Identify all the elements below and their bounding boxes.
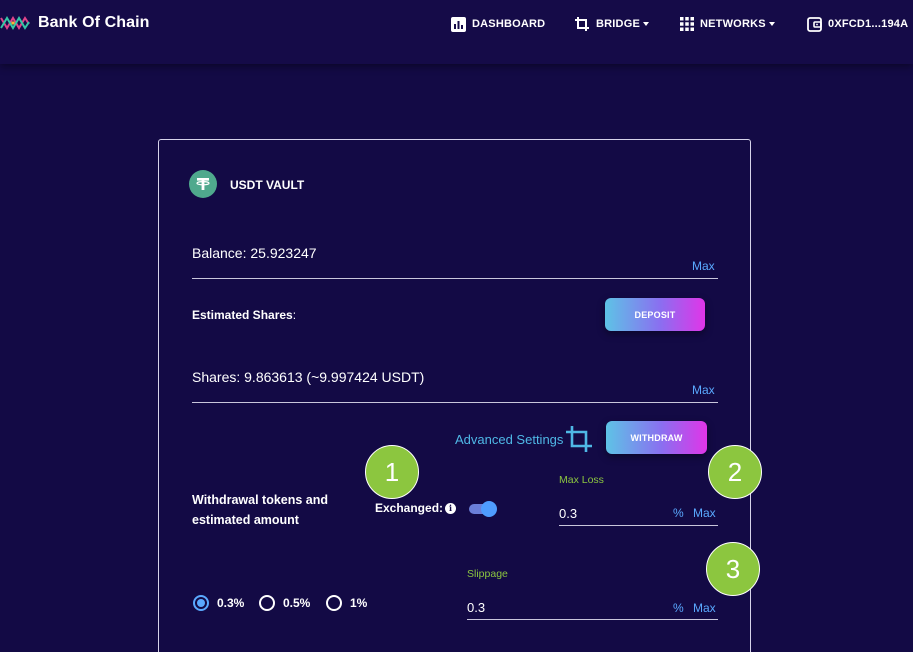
nav-bridge[interactable]: BRIDGE bbox=[574, 14, 649, 34]
nav-wallet[interactable]: 0XFCD1...194A bbox=[807, 14, 908, 34]
bar-chart-icon bbox=[451, 16, 466, 32]
crop-icon[interactable] bbox=[565, 425, 593, 458]
max-loss-max-button[interactable]: Max bbox=[693, 506, 716, 520]
wallet-icon bbox=[807, 16, 822, 32]
info-icon[interactable]: i bbox=[445, 502, 457, 514]
annotation-marker-2: 2 bbox=[708, 445, 762, 499]
slippage-max-button[interactable]: Max bbox=[693, 601, 716, 615]
slippage-underline bbox=[467, 619, 718, 620]
max-loss-input[interactable]: 0.3 bbox=[559, 506, 577, 521]
brand[interactable]: Bank Of Chain bbox=[0, 14, 150, 32]
deposit-button[interactable]: DEPOSIT bbox=[605, 298, 705, 331]
vault-card: USDT VAULT Balance: 25.923247 Max Estima… bbox=[158, 139, 751, 652]
nav-networks-label: NETWORKS bbox=[700, 18, 766, 30]
radio-icon[interactable] bbox=[326, 595, 342, 611]
shares-input[interactable]: Shares: 9.863613 (~9.997424 USDT) bbox=[192, 369, 424, 385]
withdraw-button[interactable]: WITHDRAW bbox=[606, 421, 707, 454]
chevron-down-icon bbox=[642, 22, 649, 26]
balance-max-button[interactable]: Max bbox=[692, 259, 715, 273]
top-navbar: Bank Of Chain DASHBOARD BRIDGE NETWORKS … bbox=[0, 0, 913, 64]
exchanged-label: Exchanged: bbox=[375, 501, 444, 515]
radio-icon[interactable] bbox=[259, 595, 275, 611]
slippage-input[interactable]: 0.3 bbox=[467, 600, 485, 615]
max-loss-label: Max Loss bbox=[559, 474, 604, 486]
shares-underline bbox=[192, 402, 718, 403]
slippage-unit: % bbox=[673, 601, 684, 615]
nav-dashboard-label: DASHBOARD bbox=[472, 18, 546, 30]
bank-of-chain-logo-icon bbox=[0, 16, 30, 30]
max-loss-unit: % bbox=[673, 506, 684, 520]
balance-underline bbox=[192, 278, 718, 279]
max-loss-underline bbox=[559, 525, 718, 526]
nav-dashboard[interactable]: DASHBOARD bbox=[451, 14, 545, 34]
exchanged-row: Exchanged: i bbox=[375, 501, 457, 515]
annotation-marker-1: 1 bbox=[365, 445, 419, 499]
slippage-option-0-5[interactable]: 0.5% bbox=[259, 595, 310, 611]
nav-networks[interactable]: NETWORKS bbox=[680, 14, 775, 34]
crop-icon bbox=[574, 16, 590, 32]
toggle-knob bbox=[481, 501, 497, 517]
grid-icon bbox=[680, 17, 694, 31]
slippage-option-0-3[interactable]: 0.3% bbox=[193, 595, 244, 611]
balance-input[interactable]: Balance: 25.923247 bbox=[192, 245, 317, 261]
annotation-marker-3: 3 bbox=[706, 542, 760, 596]
radio-selected-icon[interactable] bbox=[193, 595, 209, 611]
slippage-option-1[interactable]: 1% bbox=[326, 595, 367, 611]
shares-max-button[interactable]: Max bbox=[692, 383, 715, 397]
exchanged-toggle[interactable] bbox=[469, 501, 497, 517]
slippage-label: Slippage bbox=[467, 568, 508, 580]
chevron-down-icon bbox=[768, 22, 775, 26]
vault-title: USDT VAULT bbox=[230, 178, 305, 192]
brand-name: Bank Of Chain bbox=[38, 14, 150, 31]
estimated-shares-label: Estimated Shares: bbox=[192, 308, 297, 322]
nav-bridge-label: BRIDGE bbox=[596, 18, 640, 30]
wallet-address: 0XFCD1...194A bbox=[828, 18, 909, 30]
advanced-settings-link[interactable]: Advanced Settings bbox=[455, 432, 563, 447]
usdt-token-icon bbox=[189, 170, 217, 198]
withdrawal-tokens-label: Withdrawal tokens and estimated amount bbox=[192, 493, 329, 527]
